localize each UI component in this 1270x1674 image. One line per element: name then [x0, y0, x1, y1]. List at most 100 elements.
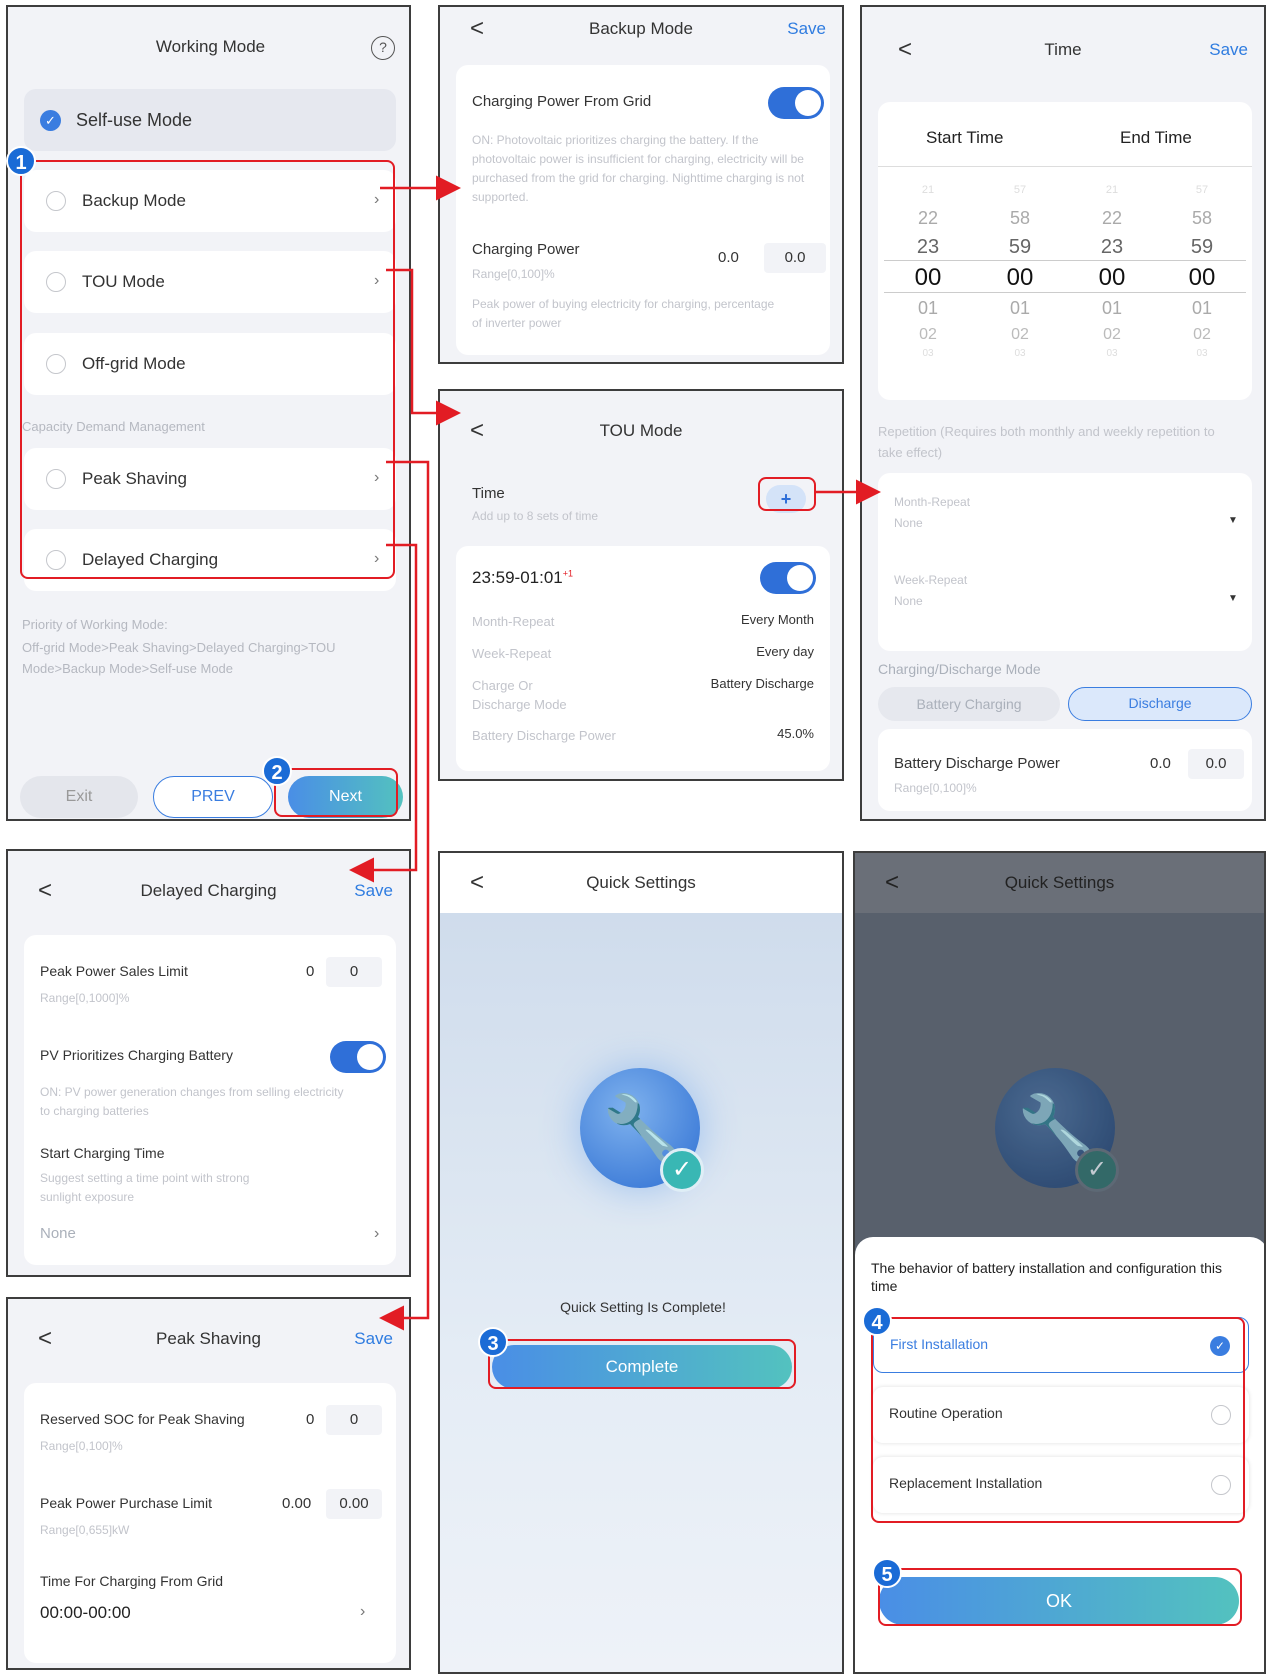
save-button[interactable]: Save — [1209, 7, 1248, 93]
picker-value[interactable]: 03 — [1072, 348, 1152, 359]
week-repeat-select[interactable]: Week-Repeat None ▼ — [878, 553, 1252, 633]
page-title: Quick Settings — [1004, 873, 1115, 892]
peak-power-purchase-limit-input[interactable]: 0.00 — [326, 1489, 382, 1519]
description: Suggest setting a time point with strong… — [40, 1171, 250, 1204]
first-installation-option[interactable]: First Installation ✓ — [873, 1317, 1249, 1373]
replacement-installation-option[interactable]: Replacement Installation — [873, 1457, 1249, 1513]
row-label: Charge Or Discharge Mode — [472, 678, 567, 712]
exit-button[interactable]: Exit — [20, 776, 138, 818]
back-icon[interactable]: < — [470, 853, 484, 913]
picker-value[interactable]: 22 — [888, 208, 968, 229]
save-button[interactable]: Save — [354, 851, 393, 931]
picker-value[interactable]: 00 — [1162, 264, 1242, 292]
picker-value[interactable]: 57 — [980, 184, 1060, 196]
picker-value[interactable]: 57 — [1162, 184, 1242, 196]
peak-power-sales-limit-value: 0 — [306, 963, 315, 980]
header: < Backup Mode Save — [440, 7, 842, 51]
pv-prioritizes-toggle[interactable] — [330, 1041, 386, 1073]
reserved-soc-input[interactable]: 0 — [326, 1405, 382, 1435]
picker-value[interactable]: 03 — [888, 348, 968, 359]
back-icon[interactable]: < — [38, 851, 52, 931]
picker-value[interactable]: 01 — [1162, 298, 1242, 319]
page-title: Peak Shaving — [156, 1329, 261, 1348]
picker-value[interactable]: 58 — [1162, 208, 1242, 229]
time-slot-toggle[interactable] — [760, 562, 816, 594]
charging-power-from-grid-toggle[interactable] — [768, 87, 824, 119]
routine-operation-option[interactable]: Routine Operation — [873, 1387, 1249, 1443]
picker-value[interactable]: 00 — [1072, 264, 1152, 292]
picker-value[interactable]: 22 — [1072, 208, 1152, 229]
back-icon[interactable]: < — [470, 7, 484, 51]
picker-value[interactable]: 00 — [980, 264, 1060, 292]
picker-value[interactable]: 23 — [888, 236, 968, 259]
mode-peak-shaving[interactable]: Peak Shaving › — [24, 448, 396, 510]
header: < Delayed Charging Save — [8, 851, 409, 931]
time-panel: < Time Save Start Time End Time 21 22 23 00… — [860, 5, 1266, 821]
back-icon[interactable]: < — [898, 7, 912, 93]
section-label: Capacity Demand Management — [22, 419, 205, 434]
charging-power-input[interactable]: 0.0 — [764, 243, 826, 273]
picker-value[interactable]: 02 — [1072, 326, 1152, 344]
picker-value[interactable]: 02 — [1162, 326, 1242, 344]
chevron-right-icon: › — [374, 1225, 380, 1242]
mode-offgrid[interactable]: Off-grid Mode — [24, 333, 396, 395]
time-hint: Add up to 8 sets of time — [472, 509, 599, 523]
picker-value[interactable]: 03 — [1162, 348, 1242, 359]
mode-label: Self-use Mode — [76, 110, 193, 130]
picker-value[interactable]: 59 — [980, 236, 1060, 259]
reserved-soc-label: Reserved SOC for Peak Shaving — [40, 1411, 245, 1427]
range-hint: Range[0,100]% — [894, 781, 977, 795]
step-badge-4: 4 — [862, 1306, 892, 1336]
reserved-soc-value: 0 — [306, 1411, 315, 1428]
picker-value[interactable]: 21 — [888, 184, 968, 196]
battery-charging-option[interactable]: Battery Charging — [878, 687, 1060, 721]
complete-button[interactable]: Complete — [492, 1345, 792, 1389]
next-button[interactable]: Next — [288, 776, 403, 818]
ok-button[interactable]: OK — [879, 1577, 1239, 1625]
mode-label: TOU Mode — [82, 272, 165, 291]
picker-value[interactable]: 01 — [888, 298, 968, 319]
picker-value[interactable]: 01 — [980, 298, 1060, 319]
chevron-right-icon: › — [374, 272, 380, 289]
header: < Peak Shaving Save — [8, 1299, 409, 1379]
save-button[interactable]: Save — [354, 1299, 393, 1379]
start-charging-time-select[interactable]: None › — [24, 1217, 396, 1253]
picker-value[interactable]: 02 — [888, 326, 968, 344]
option-label: Replacement Installation — [889, 1475, 1043, 1491]
back-icon[interactable]: < — [38, 1299, 52, 1379]
mode-tou[interactable]: TOU Mode › — [24, 251, 396, 313]
page-title: Quick Settings — [586, 873, 696, 892]
peak-shaving-panel: < Peak Shaving Save Reserved SOC for Pea… — [6, 1297, 411, 1670]
back-icon[interactable]: < — [885, 853, 899, 913]
mode-label: Off-grid Mode — [82, 354, 186, 373]
picker-value[interactable]: 01 — [1072, 298, 1152, 319]
picker-value[interactable]: 58 — [980, 208, 1060, 229]
picker-value[interactable]: 02 — [980, 326, 1060, 344]
time-slot-range: 23:59-01:01+1 — [472, 568, 574, 587]
picker-value[interactable]: 21 — [1072, 184, 1152, 196]
save-button[interactable]: Save — [787, 7, 826, 51]
discharge-option[interactable]: Discharge — [1068, 687, 1252, 721]
battery-discharge-power-input[interactable]: 0.0 — [1188, 749, 1244, 779]
peak-power-sales-limit-label: Peak Power Sales Limit — [40, 963, 188, 979]
picker-value[interactable]: 59 — [1162, 236, 1242, 259]
mode-backup[interactable]: Backup Mode › — [24, 170, 396, 232]
prev-button[interactable]: PREV — [153, 776, 273, 818]
peak-power-sales-limit-input[interactable]: 0 — [326, 957, 382, 987]
picker-value[interactable]: 03 — [980, 348, 1060, 359]
mode-self-use[interactable]: ✓ Self-use Mode — [24, 89, 396, 151]
picker-value[interactable]: 00 — [888, 264, 968, 292]
time-charging-from-grid-select[interactable]: 00:00-00:00 › — [24, 1595, 396, 1631]
end-time-label: End Time — [1120, 128, 1192, 147]
radio-icon — [46, 550, 66, 570]
mode-delayed-charging[interactable]: Delayed Charging › — [24, 529, 396, 591]
month-repeat-select[interactable]: Month-Repeat None ▼ — [878, 473, 1252, 553]
row-value: Battery Discharge — [710, 676, 814, 691]
add-time-button[interactable]: + — [766, 485, 806, 513]
picker-value[interactable]: 23 — [1072, 236, 1152, 259]
quick-settings-sheet-panel: < Quick Settings 🔧 ✓ The behavior of bat… — [853, 851, 1266, 1674]
time-slot-card[interactable]: 23:59-01:01+1 Month-Repeat Every Month W… — [456, 546, 830, 771]
radio-icon — [46, 191, 66, 211]
back-icon[interactable]: < — [470, 391, 484, 471]
help-icon[interactable]: ? — [371, 36, 395, 60]
